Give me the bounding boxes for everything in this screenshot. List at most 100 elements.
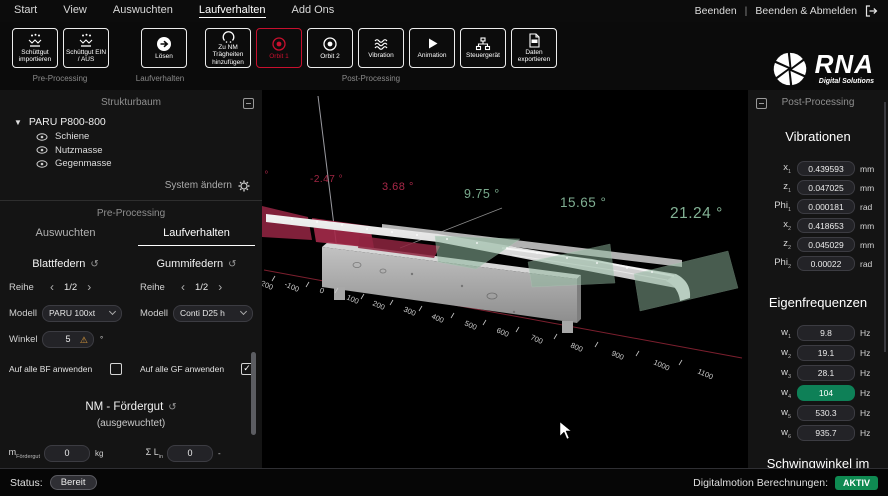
post-processing-title: Post-Processing — [748, 90, 888, 108]
w4-value-field-highlighted[interactable]: 104 — [797, 385, 855, 401]
menu-item-laufverhalten[interactable]: Laufverhalten — [199, 4, 266, 18]
strukturbaum-title: Strukturbaum — [0, 90, 262, 108]
eye-icon[interactable] — [36, 146, 48, 154]
tree-item-nutzmasse[interactable]: Nutzmasse — [36, 144, 262, 158]
loesen-button[interactable]: Lösen — [141, 28, 187, 68]
eye-icon[interactable] — [36, 160, 48, 168]
pre-processing-tabs: Auswuchten Laufverhalten — [0, 227, 262, 246]
menu-separator: | — [745, 5, 748, 17]
tab-auswuchten[interactable]: Auswuchten — [7, 227, 124, 246]
reihe-prev-button[interactable]: ‹ — [181, 281, 185, 293]
status-label: Status: — [10, 477, 43, 489]
left-panel-scrollbar[interactable] — [251, 352, 256, 435]
gear-icon[interactable] — [238, 180, 250, 192]
w1-value-field[interactable]: 9.8 — [797, 325, 855, 341]
orbit-2-button[interactable]: Orbit 2 — [307, 28, 353, 68]
sum-l-input[interactable]: 0 — [167, 445, 213, 462]
scene-3d-canvas[interactable]: 8 ° -2.47 ° 3.68 ° 9.75 ° 15.65 ° 21.24 … — [262, 90, 748, 468]
phi2-value-field[interactable]: 0.00022 — [797, 256, 855, 271]
reihe-value: 1/2 — [64, 282, 77, 293]
z1-value-field[interactable]: 0.047025 — [797, 180, 855, 195]
steuergeraet-button[interactable]: Steuergerät — [460, 28, 506, 68]
axis-label: 700 — [529, 333, 544, 346]
collapse-right-panel-icon[interactable] — [756, 98, 767, 109]
undo-icon[interactable]: ↺ — [90, 259, 98, 270]
blattfedern-modell-select[interactable]: PARU 100xt — [42, 305, 122, 322]
angle-label: 3.68 ° — [382, 181, 414, 193]
orbit1-icon — [271, 36, 287, 52]
x1-value-field[interactable]: 0.439593 — [797, 161, 855, 176]
menu-item-auswuchten[interactable]: Auswuchten — [113, 4, 173, 18]
status-bar: Status: Bereit Digitalmotion Berechnunge… — [0, 468, 888, 496]
tree-root-paru[interactable]: ▼ PARU P800-800 — [14, 114, 262, 130]
collapse-left-panel-icon[interactable] — [243, 98, 254, 109]
undo-icon[interactable]: ↺ — [228, 259, 236, 270]
eigenfrequenz-row: w3 28.1 Hz — [748, 365, 888, 381]
nm-title: NM - Fördergut↺ — [0, 401, 262, 413]
m-foerdergut-input[interactable]: 0 — [44, 445, 90, 462]
aktiv-badge: AKTIV — [835, 476, 878, 490]
logout-icon[interactable] — [865, 5, 878, 17]
group-caption-laufverhalten: Laufverhalten — [110, 74, 210, 83]
tree-expander-icon[interactable]: ▼ — [14, 118, 22, 127]
add-inertia-icon — [221, 30, 236, 43]
schuettgut-importieren-button[interactable]: Schüttgut importieren — [12, 28, 58, 68]
menu-item-start[interactable]: Start — [14, 4, 37, 18]
system-aendern-button[interactable]: System ändern — [0, 180, 262, 192]
menu-item-addons[interactable]: Add Ons — [292, 4, 335, 18]
tab-laufverhalten[interactable]: Laufverhalten — [138, 227, 255, 246]
reihe-next-button[interactable]: › — [218, 281, 222, 293]
beenden-link[interactable]: Beenden — [695, 5, 737, 17]
x2-value-field[interactable]: 0.418653 — [797, 218, 855, 233]
beenden-abmelden-link[interactable]: Beenden & Abmelden — [755, 5, 857, 17]
gummifedern-modell-select[interactable]: Conti D25 h — [173, 305, 253, 322]
winkel-input[interactable]: 5 ⚠ — [42, 331, 94, 348]
eigenfrequenz-row: w6 935.7 Hz — [748, 425, 888, 441]
apply-all-bf-checkbox[interactable] — [110, 363, 122, 375]
rna-logo: RNA Digital Solutions — [771, 50, 874, 88]
eigenfrequenz-row: w5 530.3 Hz — [748, 405, 888, 421]
w2-value-field[interactable]: 19.1 — [797, 345, 855, 361]
blattfedern-column: Blattfedern↺ Reihe ‹ 1/2 › Modell PARU 1… — [0, 258, 131, 375]
structure-tree: ▼ PARU P800-800 Schiene Nutzmasse Gegenm… — [14, 114, 262, 171]
eigenfrequenz-row-selected: w4 104 Hz — [748, 385, 888, 401]
release-arrow-icon — [156, 36, 172, 52]
right-panel-scrollbar[interactable] — [884, 102, 886, 352]
reihe-next-button[interactable]: › — [87, 281, 91, 293]
menu-bar: Start View Auswuchten Laufverhalten Add … — [0, 0, 888, 22]
rna-aperture-icon — [771, 50, 809, 88]
vibration-button[interactable]: Vibration — [358, 28, 404, 68]
phi1-value-field[interactable]: 0.000181 — [797, 199, 855, 214]
axis-label: 500 — [463, 319, 478, 332]
schuettgut-import-icon — [27, 33, 43, 48]
tree-item-gegenmasse[interactable]: Gegenmasse — [36, 157, 262, 171]
vibration-row: Phi1 0.000181 rad — [748, 199, 888, 214]
eye-icon[interactable] — [36, 133, 48, 141]
viewport-3d[interactable]: 8 ° -2.47 ° 3.68 ° 9.75 ° 15.65 ° 21.24 … — [262, 90, 748, 468]
animation-button[interactable]: Animation — [409, 28, 455, 68]
reihe-prev-button[interactable]: ‹ — [50, 281, 54, 293]
menu-item-view[interactable]: View — [63, 4, 87, 18]
w3-value-field[interactable]: 28.1 — [797, 365, 855, 381]
axis-label: 1000 — [652, 358, 671, 373]
z2-value-field[interactable]: 0.045029 — [797, 237, 855, 252]
gummifedern-title: Gummifedern↺ — [140, 258, 253, 270]
controller-network-icon — [475, 37, 491, 51]
vibration-row: Phi2 0.00022 rad — [748, 256, 888, 271]
undo-icon[interactable]: ↺ — [168, 402, 176, 413]
orbit-1-button[interactable]: Orbit 1 — [256, 28, 302, 68]
w5-value-field[interactable]: 530.3 — [797, 405, 855, 421]
w6-value-field[interactable]: 935.7 — [797, 425, 855, 441]
zu-nm-traegheiten-button[interactable]: Zu NM Trägheiten hinzufügen — [205, 28, 251, 68]
tree-item-schiene[interactable]: Schiene — [36, 130, 262, 144]
blattfedern-title: Blattfedern↺ — [9, 258, 122, 270]
vibration-row: z1 0.047025 mm — [748, 180, 888, 195]
digitalmotion-label: Digitalmotion Berechnungen: — [693, 477, 828, 489]
angle-label: 15.65 ° — [560, 195, 606, 210]
export-pdf-icon — [527, 33, 541, 48]
axis-label: -100 — [283, 280, 300, 294]
daten-exportieren-button[interactable]: Daten exportieren — [511, 28, 557, 68]
schuettgut-ein-aus-button[interactable]: Schüttgut EIN / AUS — [63, 28, 109, 68]
vibration-row: x1 0.439593 mm — [748, 161, 888, 176]
warning-icon: ⚠ — [80, 335, 88, 346]
